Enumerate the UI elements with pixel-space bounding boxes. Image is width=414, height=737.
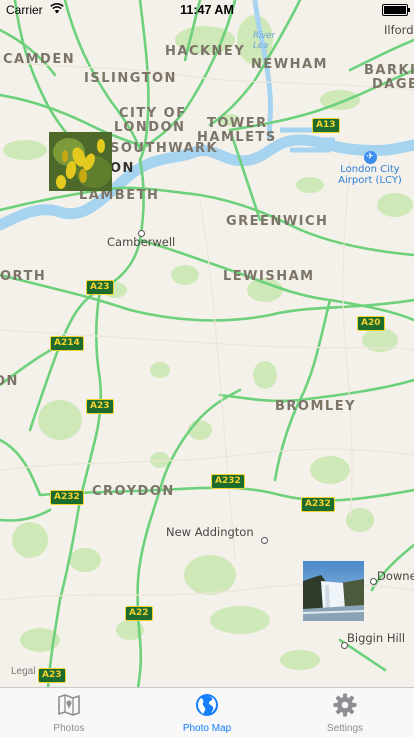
status-bar: Carrier 11:47 AM: [0, 0, 414, 20]
town-label-ilford: Ilford: [384, 23, 414, 37]
place-label-newham: NEWHAM: [251, 57, 328, 72]
place-label-dagenham: DAGE: [372, 77, 414, 92]
tab-photo-map[interactable]: Photo Map: [138, 688, 276, 737]
road-shield-a23: A23: [86, 280, 114, 295]
road-shield-a23-2: A23: [86, 399, 114, 414]
place-label-greenwich: GREENWICH: [226, 214, 329, 229]
road-shield-a232: A232: [50, 490, 84, 505]
tab-photos-label: Photos: [53, 723, 85, 734]
place-label-hackney: HACKNEY: [165, 44, 246, 59]
town-dot-camberwell: [138, 230, 145, 237]
globe-icon: [196, 694, 218, 716]
town-label-new-addington: New Addington: [166, 525, 254, 539]
town-label-biggin-hill: Biggin Hill: [347, 631, 406, 645]
place-label-barking: BARKING: [364, 63, 414, 78]
tab-settings-label: Settings: [326, 723, 364, 734]
legal-link[interactable]: Legal: [11, 666, 35, 677]
river-lea-label: River Lea: [253, 31, 276, 51]
road-shield-a23-3: A23: [38, 668, 66, 683]
road-shield-a232-3: A232: [301, 497, 335, 512]
battery-icon: [382, 4, 410, 16]
road-shield-a214: A214: [50, 336, 84, 351]
town-label-camberwell: Camberwell: [107, 235, 176, 249]
tab-settings[interactable]: Settings: [276, 688, 414, 737]
place-label-croydon: CROYDON: [92, 484, 175, 499]
gear-icon: [333, 693, 357, 717]
town-dot-biggin-hill: [341, 642, 348, 649]
place-label-tower: TOWER: [207, 116, 268, 131]
photo-pin-waterfall[interactable]: [303, 561, 364, 621]
photo-pin-yellow-flowers[interactable]: [49, 132, 112, 191]
place-label-camden: CAMDEN: [3, 52, 76, 67]
road-shield-a232-2: A232: [211, 474, 245, 489]
airport-label-line1: London City: [340, 164, 400, 175]
town-label-downe: Downe: [377, 569, 414, 583]
road-shield-a22: A22: [125, 606, 153, 621]
place-label-southwark: SOUTHWARK: [110, 141, 219, 156]
status-time: 11:47 AM: [180, 3, 234, 17]
road-shield-a13: A13: [312, 118, 340, 133]
map-view[interactable]: CAMDEN ISLINGTON HACKNEY NEWHAM BARKING …: [0, 0, 414, 688]
airport-label-line2: Airport (LCY): [338, 175, 402, 186]
tab-photos[interactable]: Photos: [0, 688, 138, 737]
place-label-lewisham: LEWISHAM: [223, 269, 315, 284]
place-label-wandsworth: ORTH: [0, 269, 47, 284]
place-label-islington: ISLINGTON: [84, 71, 177, 86]
place-label-city-of: CITY OF: [119, 106, 187, 121]
tab-bar: Photos Photo Map Settings: [0, 687, 414, 737]
tab-photo-map-label: Photo Map: [182, 723, 232, 734]
place-label-bromley: BROMLEY: [275, 399, 356, 414]
place-label-london: ON: [110, 161, 135, 176]
airplane-icon: ✈: [363, 151, 377, 164]
place-label-sutton: ON: [0, 374, 19, 389]
town-dot-new-addington: [261, 537, 268, 544]
road-shield-a20: A20: [357, 316, 385, 331]
map-book-icon: [58, 694, 80, 716]
town-dot-downe: [370, 578, 377, 585]
airport-marker[interactable]: ✈ London City Airport (LCY): [333, 151, 407, 186]
place-label-london-city: LONDON: [114, 120, 186, 135]
